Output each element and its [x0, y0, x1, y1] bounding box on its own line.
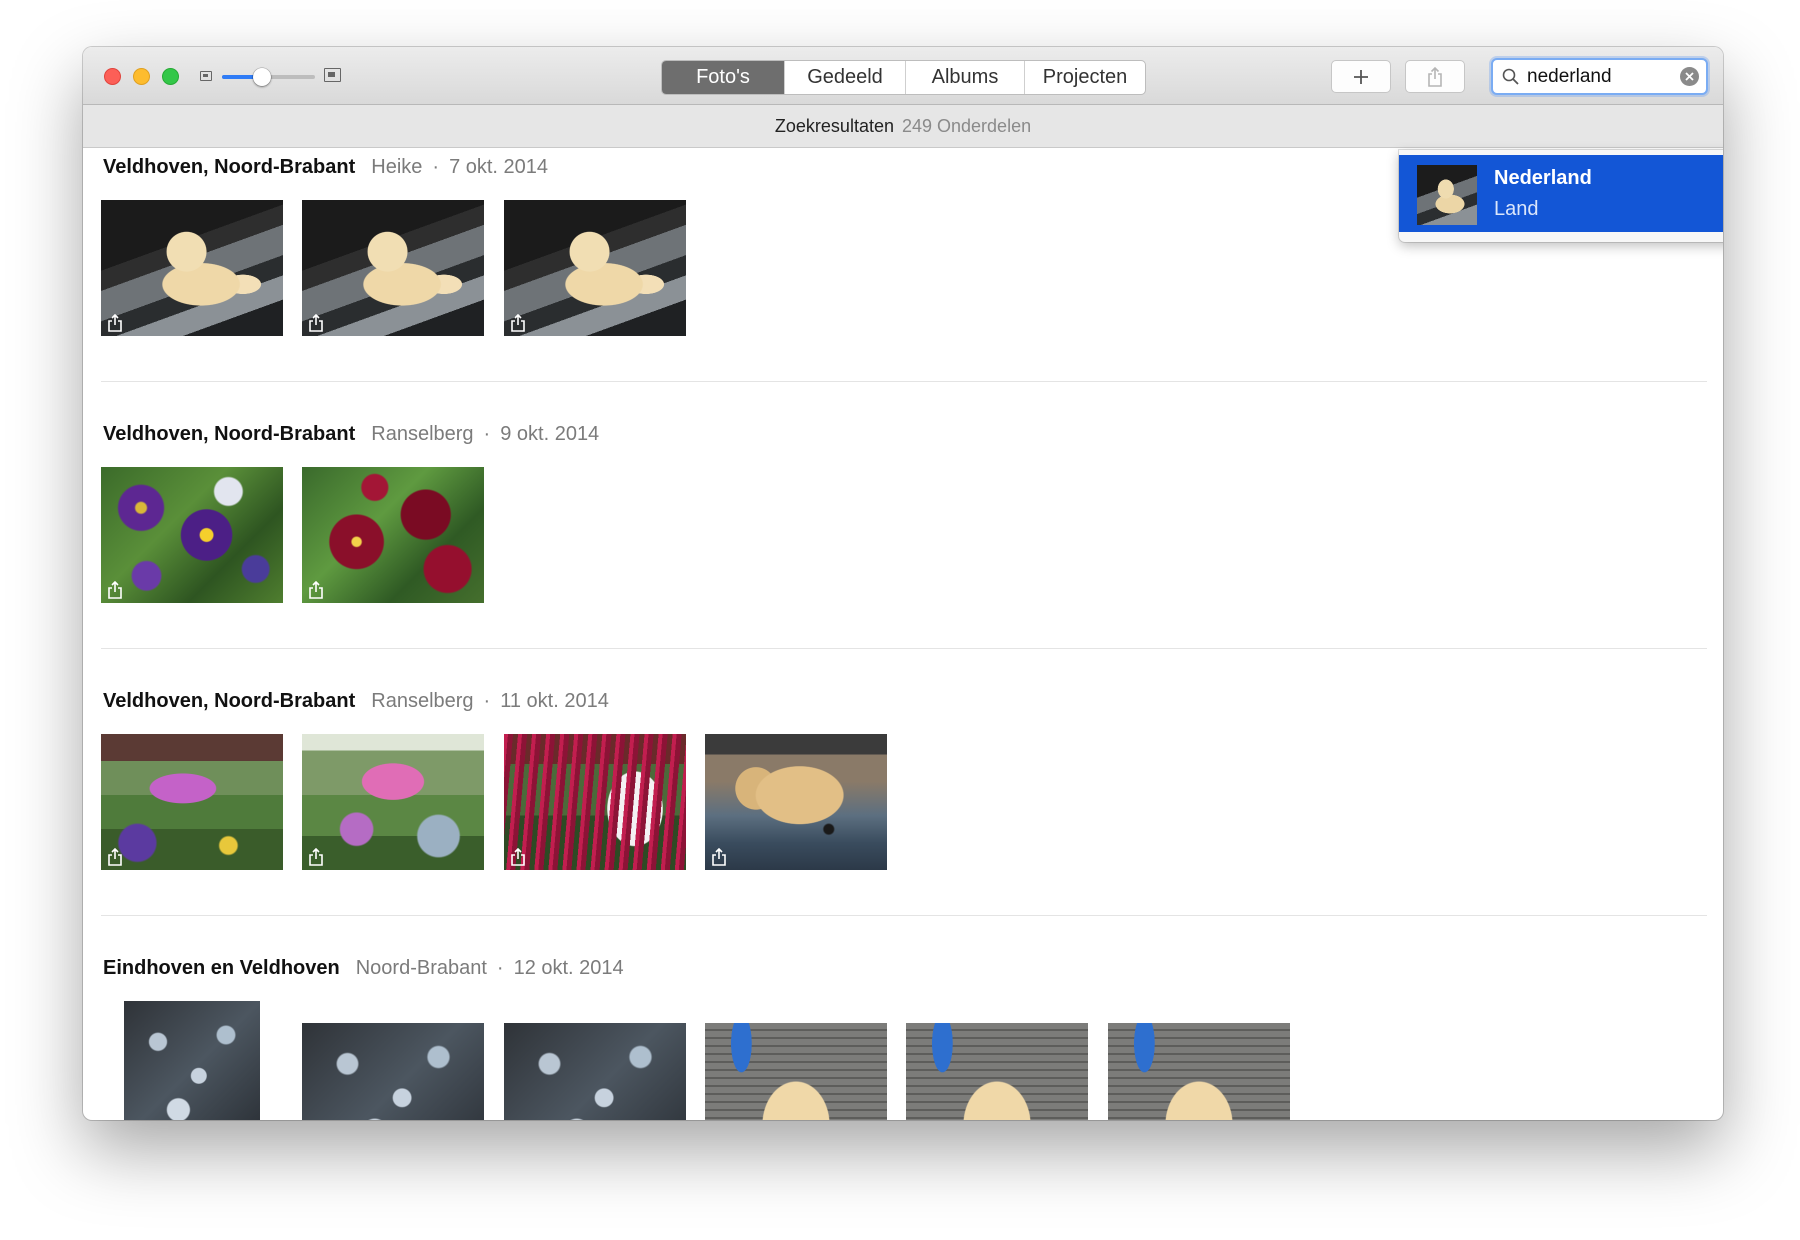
moment-location: Noord-Brabant [355, 957, 487, 979]
moment-place: Veldhoven, Noord-Brabant [103, 423, 356, 445]
moment-header: Veldhoven, Noord-Brabant Ranselberg · 11 ok… [103, 690, 609, 712]
shared-badge-icon [308, 313, 324, 332]
photo-thumbnail[interactable] [705, 1023, 887, 1120]
shared-badge-icon [107, 313, 123, 332]
suggestion-item[interactable]: Nederland Land 249 [1399, 155, 1723, 232]
photo-thumbnail[interactable] [302, 1023, 484, 1120]
moment-location: Heike [371, 156, 423, 178]
minimize-window-button[interactable] [133, 68, 150, 85]
search-results-bar: Zoekresultaten 249 Onderdelen [83, 105, 1723, 148]
tab-photos[interactable]: Foto's [662, 61, 785, 94]
search-icon [1502, 68, 1519, 85]
clear-icon [1685, 72, 1694, 81]
moment-place: Veldhoven, Noord-Brabant [103, 690, 356, 712]
moment-place: Eindhoven en Veldhoven [103, 957, 340, 979]
share-icon [1428, 66, 1442, 87]
suggestion-title: Nederland [1494, 167, 1592, 189]
slider-thumb[interactable] [252, 68, 271, 86]
moment-divider [101, 381, 1707, 382]
shared-badge-icon [308, 580, 324, 599]
photo-thumbnail[interactable] [504, 1023, 686, 1120]
moment-header: Eindhoven en Veldhoven Noord-Brabant · 12 o… [103, 957, 624, 979]
moment-header: Veldhoven, Noord-Brabant Ranselberg · 9 okt… [103, 423, 600, 445]
moment-date: 12 okt. 2014 [513, 957, 624, 979]
thumbnail-size-slider[interactable] [222, 68, 315, 86]
search-suggestions: Nederland Land 249 [1399, 150, 1723, 242]
shared-badge-icon [510, 313, 526, 332]
shared-badge-icon [510, 847, 526, 866]
photo-thumbnail[interactable] [302, 734, 484, 870]
moment-date: 7 okt. 2014 [449, 156, 549, 178]
share-button[interactable] [1405, 60, 1465, 93]
results-title: Zoekresultaten [774, 116, 894, 136]
tab-projects[interactable]: Projecten [1025, 61, 1145, 94]
shared-badge-icon [308, 847, 324, 866]
moment-divider [101, 915, 1707, 916]
photo-thumbnail[interactable] [101, 467, 283, 603]
photos-window: Foto's Gedeeld Albums Projecten nederlan… [83, 47, 1723, 1120]
moment-header: Veldhoven, Noord-Brabant Heike · 7 okt. 201… [103, 156, 549, 178]
toolbar: Foto's Gedeeld Albums Projecten [83, 47, 1723, 105]
shared-badge-icon [107, 580, 123, 599]
moment-divider [101, 648, 1707, 649]
photo-thumbnail[interactable] [906, 1023, 1088, 1120]
photo-thumbnail[interactable] [504, 200, 686, 336]
photo-thumbnail[interactable] [504, 734, 686, 870]
clear-search-button[interactable] [1680, 67, 1699, 86]
moment-place: Veldhoven, Noord-Brabant [103, 156, 356, 178]
close-window-button[interactable] [104, 68, 121, 85]
suggestion-type: Land [1494, 198, 1539, 220]
photo-thumbnail[interactable] [302, 200, 484, 336]
photo-thumbnail[interactable] [302, 467, 484, 603]
photo-grid: Veldhoven, Noord-Brabant Heike · 7 okt. 201… [83, 148, 1723, 1120]
results-count: 249 Onderdelen [901, 116, 1032, 136]
photo-thumbnail[interactable] [1108, 1023, 1290, 1120]
photo-thumbnail[interactable] [124, 1001, 260, 1120]
photo-thumbnail[interactable] [705, 734, 887, 870]
small-thumbnail-icon[interactable] [200, 71, 212, 81]
suggestion-thumbnail [1417, 165, 1477, 225]
search-field[interactable] [1491, 58, 1708, 95]
moment-date: 11 okt. 2014 [500, 690, 609, 712]
photo-thumbnail[interactable] [101, 200, 283, 336]
photo-thumbnail[interactable] [101, 734, 283, 870]
plus-icon [1354, 69, 1368, 84]
large-thumbnail-icon[interactable] [324, 68, 341, 82]
search-input[interactable] [1527, 64, 1667, 89]
add-button[interactable] [1331, 60, 1391, 93]
moment-location: Ranselberg [371, 690, 474, 712]
shared-badge-icon [711, 847, 727, 866]
tab-shared[interactable]: Gedeeld [785, 61, 906, 94]
tab-albums[interactable]: Albums [906, 61, 1025, 94]
shared-badge-icon [107, 847, 123, 866]
moment-location: Ranselberg [371, 423, 474, 445]
zoom-window-button[interactable] [162, 68, 179, 85]
view-tabs: Foto's Gedeeld Albums Projecten [661, 60, 1146, 95]
moment-date: 9 okt. 2014 [500, 423, 600, 445]
